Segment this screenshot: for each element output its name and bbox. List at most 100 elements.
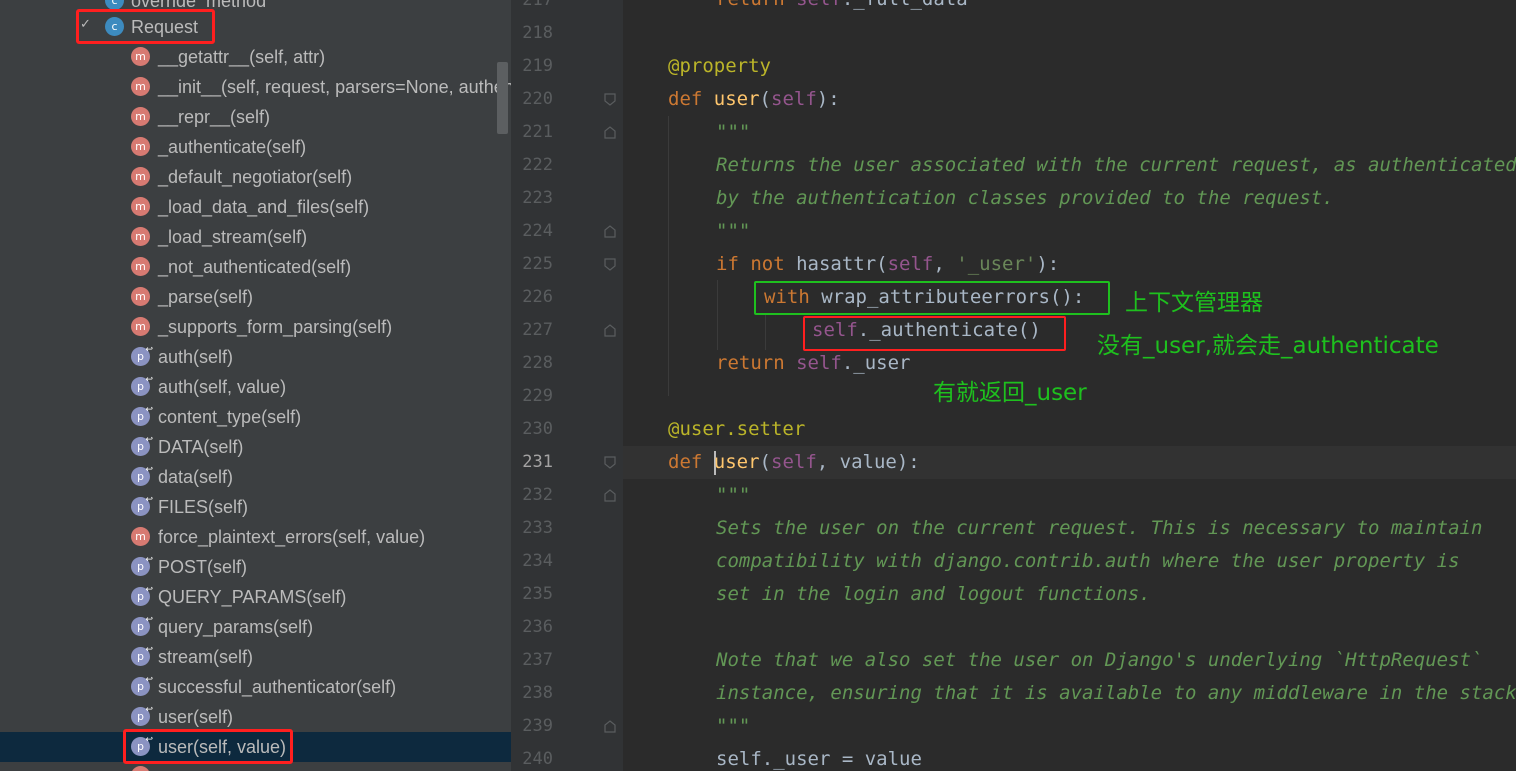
line-number: 238 [522,683,553,703]
code-line-228: return self._user [716,352,911,374]
code-line-233: Sets the user on the current request. Th… [716,517,1483,539]
method-icon: m [131,257,150,276]
tree-item-label: FILES(self) [158,497,249,517]
tree-item-label: _default_negotiator(self) [158,167,353,187]
tree-item-label: _load_data_and_files(self) [158,197,370,217]
method-icon: m [131,317,150,336]
tree-item-member[interactable]: p ↩ query_params(self) [0,612,511,642]
line-number: 218 [522,23,553,43]
property-icon: p ↩ [131,406,153,426]
line-number: 223 [522,188,553,208]
code-line-222: Returns the user associated with the cur… [716,154,1516,176]
line-number: 239 [522,716,553,736]
method-icon: m [131,766,150,771]
red-highlight-box [76,9,215,44]
fold-marker-icon[interactable] [604,225,616,238]
tree-item-label: _load_stream(self) [158,227,308,247]
tree-item-member[interactable]: p ↩ stream(self) [0,642,511,672]
tree-item-member[interactable]: m __repr__(self) [0,102,511,132]
tree-item-label: stream(self) [158,647,254,667]
annotation-context-manager: 上下文管理器 [1125,290,1263,316]
line-number: 227 [522,320,553,340]
property-icon: p ↩ [131,496,153,516]
tree-item-member[interactable]: p ↩ content_type(self) [0,402,511,432]
line-number: 231 [522,452,553,472]
tree-scrollbar[interactable] [497,62,508,134]
line-number: 225 [522,254,553,274]
property-icon: p ↩ [131,466,153,486]
fold-marker-icon[interactable] [604,324,616,337]
tree-item-member[interactable]: p ↩ FILES(self) [0,492,511,522]
property-icon: p ↩ [131,676,153,696]
red-highlight-box [123,729,293,764]
line-number: 217 [522,0,553,10]
tree-item-member[interactable]: p ↩ POST(self) [0,552,511,582]
tree-item-member[interactable]: p ↩ auth(self, value) [0,372,511,402]
tree-item-member[interactable]: m force_plaintext_errors(self, value) [0,522,511,552]
property-icon: p ↩ [131,346,153,366]
code-line-217: return self._full_data [716,0,968,16]
tree-item-label: __init__(self, request, parsers=None, au… [158,77,511,97]
method-icon: m [131,77,150,96]
tree-item-member[interactable]: m __init__(self, request, parsers=None, a… [0,72,511,102]
line-number: 233 [522,518,553,538]
tree-item-label: DATA(self) [158,437,244,457]
fold-marker-icon[interactable] [604,489,616,502]
method-icon: m [131,167,150,186]
tree-item-label: _supports_form_parsing(self) [158,317,393,337]
fold-marker-icon[interactable] [604,456,616,469]
tree-item-label: user(self) [158,707,234,727]
code-line-235: set in the login and logout functions. [716,583,1151,605]
property-icon: p ↩ [131,646,153,666]
tree-item-label: force_plaintext_errors(self, value) [158,527,426,547]
method-icon: m [131,527,150,546]
tree-item-member[interactable]: m _load_data_and_files(self) [0,192,511,222]
line-number: 229 [522,386,553,406]
line-number: 230 [522,419,553,439]
line-number: 235 [522,584,553,604]
line-number: 228 [522,353,553,373]
fold-marker-icon[interactable] [604,258,616,271]
line-number: 222 [522,155,553,175]
line-number: 236 [522,617,553,637]
tree-item-member[interactable]: p ↩ QUERY_PARAMS(self) [0,582,511,612]
code-line-223: by the authentication classes provided t… [716,187,1334,209]
tree-item-label: QUERY_PARAMS(self) [158,587,347,607]
fold-marker-icon[interactable] [604,720,616,733]
line-number: 224 [522,221,553,241]
tree-item-member[interactable]: p ↩ successful_authenticator(self) [0,672,511,702]
tree-item-label: query_params(self) [158,617,314,637]
tree-item-member[interactable]: m _default_negotiator(self) [0,162,511,192]
tree-item-member[interactable]: m _not_authenticated(self) [0,252,511,282]
method-icon: m [131,137,150,156]
annotation-has-user: 有就返回_user [933,380,1087,406]
property-icon: p ↩ [131,376,153,396]
tree-item-label: POST(self) [158,557,248,577]
tree-item-member[interactable]: p ↩ user(self) [0,702,511,732]
line-number: 237 [522,650,553,670]
tree-item-member[interactable]: m _authenticate(self) [0,132,511,162]
tree-item-member[interactable]: p ↩ data(self) [0,462,511,492]
code-line-239: """ [716,715,751,737]
tree-item-label: data(self) [158,467,234,487]
indent-guide [668,116,669,396]
code-line-220: def user(self): [668,88,840,110]
method-icon: m [131,47,150,66]
code-line-224: """ [716,220,751,242]
tree-item-label: _authenticate(self) [158,137,307,157]
tree-item-member[interactable]: m _parse(self) [0,282,511,312]
line-number: 226 [522,287,553,307]
method-icon: m [131,287,150,306]
tree-item-member[interactable]: m _load_stream(self) [0,222,511,252]
fold-marker-icon[interactable] [604,126,616,139]
method-icon: m [131,107,150,126]
tree-item-member[interactable]: p ↩ auth(self) [0,342,511,372]
tree-item-member[interactable]: m _supports_form_parsing(self) [0,312,511,342]
fold-marker-icon[interactable] [604,93,616,106]
tree-item-member[interactable]: p ↩ DATA(self) [0,432,511,462]
line-number: 221 [522,122,553,142]
tree-item-member[interactable]: m __getattr__(self, attr) [0,42,511,72]
code-line-234: compatibility with django.contrib.auth w… [716,550,1460,572]
code-editor[interactable]: 217 218 219 220 221 222 223 224 225 226 227 228 229 2… [511,0,1516,771]
structure-panel: c override_method ✓ c Request m __getattr… [0,0,511,771]
